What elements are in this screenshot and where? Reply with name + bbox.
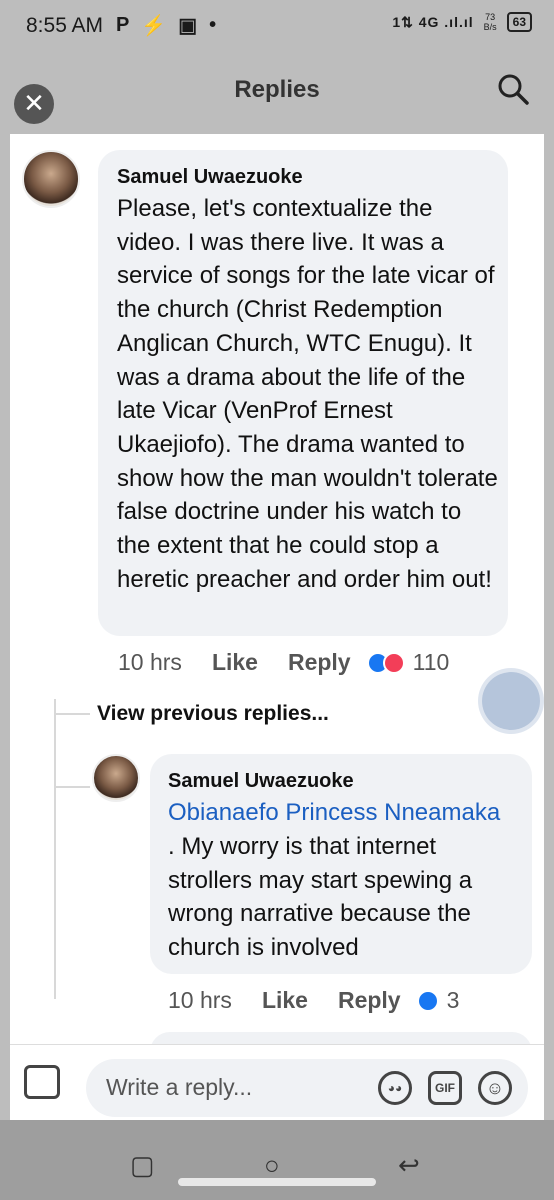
home-indicator[interactable] (178, 1178, 376, 1186)
replies-panel: Samuel Uwaezuoke Please, let's contextua… (10, 134, 544, 1072)
like-button[interactable]: Like (262, 987, 308, 1014)
app-notification-icon: ⚡ (141, 15, 167, 37)
network-speed-value: 73 (485, 12, 496, 22)
thread-branch (54, 786, 90, 788)
recent-apps-icon[interactable]: ▢ (130, 1150, 155, 1181)
reply-composer: Write a reply... ◕◕ GIF ☺ (10, 1044, 544, 1120)
gif-icon[interactable]: GIF (428, 1071, 462, 1105)
avatar-sticker-icon[interactable]: ◕◕ (378, 1071, 412, 1105)
system-nav-bar: ▢ ○ ↩ (0, 1120, 554, 1200)
reply-author[interactable]: Samuel Uwaezuoke (168, 770, 354, 793)
emoji-icon[interactable]: ☺ (478, 1071, 512, 1105)
photo-icon[interactable] (24, 1065, 60, 1099)
network-speed: 73 B/s (484, 12, 497, 32)
reaction-count[interactable]: 110 (413, 649, 450, 676)
home-icon[interactable]: ○ (264, 1150, 280, 1181)
replies-header: ✕ Replies (10, 56, 544, 134)
page-title: Replies (234, 76, 320, 103)
p-app-icon: P (116, 14, 130, 36)
status-bar: 8:55 AM P ⚡ ▣ • 1⇅ 4G .ıl.ıl 73 B/s 63 (0, 0, 554, 56)
reaction-count[interactable]: 3 (447, 987, 460, 1014)
notification-icons: P ⚡ ▣ • (116, 13, 216, 38)
thread-branch (54, 713, 90, 715)
avatar[interactable] (92, 754, 140, 802)
status-right-group: 1⇅ 4G .ıl.ıl 73 B/s 63 (392, 12, 532, 32)
battery-icon: 63 (506, 12, 532, 32)
view-previous-replies[interactable]: View previous replies... (97, 702, 329, 726)
reply-placeholder: Write a reply... (106, 1074, 253, 1100)
like-icon (416, 989, 439, 1012)
reactions[interactable] (366, 651, 405, 674)
back-icon[interactable]: ↩ (398, 1150, 420, 1181)
reply-button[interactable]: Reply (338, 987, 401, 1014)
touch-indicator (482, 672, 540, 730)
reply-bubble[interactable]: Samuel Uwaezuoke Obianaefo Princess Nnea… (150, 754, 532, 974)
sim-notification-icon: ▣ (178, 15, 198, 37)
reactions[interactable] (416, 989, 439, 1012)
like-button[interactable]: Like (212, 649, 258, 676)
comment-actions: 10 hrs Like Reply 110 (118, 649, 449, 676)
mention-link[interactable]: Obianaefo Princess Nneamaka (168, 796, 500, 830)
more-notifications-dot: • (209, 14, 217, 36)
love-icon (382, 651, 405, 674)
search-icon[interactable] (496, 72, 530, 106)
reply-text: . My worry is that internet strollers ma… (168, 833, 473, 962)
avatar[interactable] (22, 150, 80, 208)
signal-icon: 1⇅ 4G .ıl.ıl (392, 13, 474, 30)
comment-text: Please, let's contextualize the video. I… (117, 195, 498, 593)
reply-input[interactable]: Write a reply... ◕◕ GIF ☺ (86, 1059, 528, 1117)
network-speed-unit: B/s (483, 22, 497, 32)
comment-time: 10 hrs (118, 649, 182, 675)
reply-actions: 10 hrs Like Reply 3 (168, 987, 459, 1014)
thread-line (54, 699, 56, 999)
reply-button[interactable]: Reply (288, 649, 351, 676)
comment-author[interactable]: Samuel Uwaezuoke (117, 166, 303, 189)
reply-time: 10 hrs (168, 987, 232, 1013)
status-time: 8:55 AM (26, 14, 104, 37)
comment-bubble[interactable]: Samuel Uwaezuoke Please, let's contextua… (98, 150, 508, 636)
